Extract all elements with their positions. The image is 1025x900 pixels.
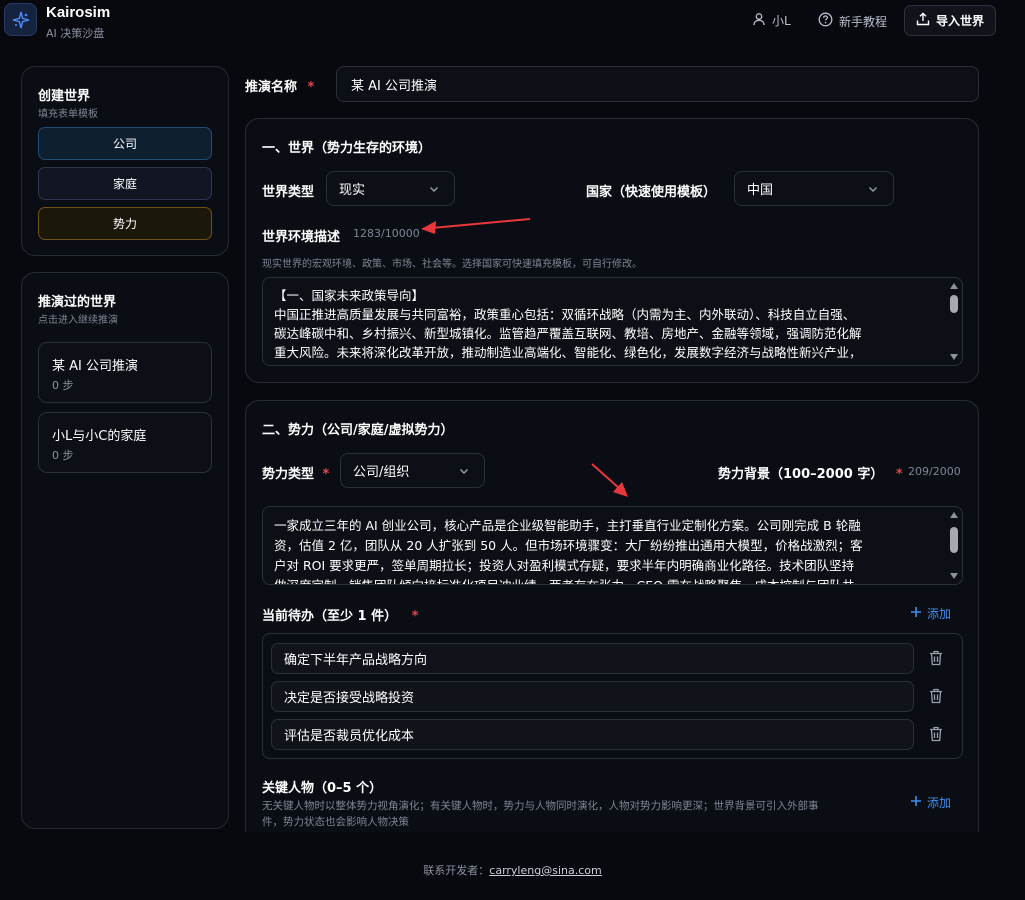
annotation-arrows [421,218,628,497]
footer-prefix: 联系开发者： [423,864,490,877]
annotation-arrow-icon [421,218,531,234]
footer: 联系开发者：carryleng@sina.com [0,862,1025,878]
annotation-arrow-icon [591,463,628,497]
contact-email-link[interactable]: carryleng@sina.com [489,864,601,877]
